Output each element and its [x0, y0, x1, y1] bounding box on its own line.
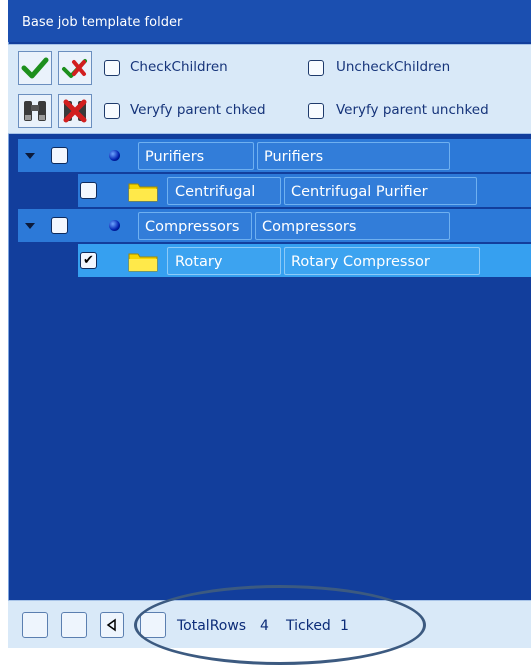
row-name-cell[interactable]: Compressors	[138, 212, 252, 240]
check-children-checkbox[interactable]	[104, 60, 120, 76]
row-name-cell[interactable]: Centrifugal	[167, 177, 281, 205]
verify-parent-checked-label: Veryfy parent chked	[130, 102, 266, 118]
tree-row-rotary[interactable]: ✔ Rotary Rotary Compressor	[78, 244, 531, 277]
blue-dot-icon	[109, 150, 120, 161]
binoculars-cancel-icon	[63, 99, 87, 123]
tree-row-compressors[interactable]: Compressors Compressors	[18, 209, 531, 242]
tree-row-purifiers[interactable]: Purifiers Purifiers	[18, 139, 531, 172]
folder-icon	[128, 253, 158, 272]
binoculars-icon	[24, 101, 46, 121]
footer-button-1[interactable]	[22, 612, 48, 638]
row-description-cell[interactable]: Purifiers	[257, 142, 450, 170]
collapse-button[interactable]	[100, 612, 124, 638]
blue-dot-icon	[109, 220, 120, 231]
row-description-cell[interactable]: Rotary Compressor	[284, 247, 480, 275]
row-name-cell[interactable]: Purifiers	[138, 142, 254, 170]
toolbar: CheckChildren UncheckChildren Veryfy par…	[8, 44, 531, 134]
uncheck-children-checkbox[interactable]	[308, 60, 324, 76]
green-check-icon	[21, 57, 49, 79]
check-all-button[interactable]	[18, 51, 52, 85]
row-name-cell[interactable]: Rotary	[167, 247, 281, 275]
highlight-oval	[134, 585, 426, 665]
footer-button-2[interactable]	[61, 612, 87, 638]
triangle-left-icon	[106, 618, 116, 632]
row-checkbox-checked[interactable]: ✔	[80, 252, 97, 269]
uncheck-all-button[interactable]	[58, 51, 92, 85]
uncheck-children-label: UncheckChildren	[336, 59, 451, 75]
verify-parent-unchecked-label: Veryfy parent unchked	[336, 102, 489, 118]
row-checkbox[interactable]	[80, 182, 97, 199]
expand-arrow-icon[interactable]	[25, 153, 35, 159]
row-checkbox[interactable]	[51, 147, 68, 164]
verify-parent-checked-checkbox[interactable]	[104, 103, 120, 119]
expand-arrow-icon[interactable]	[25, 223, 35, 229]
row-checkbox[interactable]	[51, 217, 68, 234]
row-description-cell[interactable]: Centrifugal Purifier	[284, 177, 477, 205]
tree-view: Purifiers Purifiers Centrifugal Centrifu…	[18, 139, 531, 279]
verify-parent-unchecked-checkbox[interactable]	[308, 103, 324, 119]
find-button[interactable]	[18, 94, 52, 128]
check-cross-icon	[62, 59, 87, 78]
window-title-bar: Base job template folder	[8, 0, 531, 42]
clear-find-button[interactable]	[58, 94, 92, 128]
window-title: Base job template folder	[22, 15, 183, 30]
row-description-cell[interactable]: Compressors	[255, 212, 450, 240]
check-children-label: CheckChildren	[130, 59, 228, 75]
tree-row-centrifugal[interactable]: Centrifugal Centrifugal Purifier	[78, 174, 531, 207]
folder-icon	[128, 183, 158, 202]
